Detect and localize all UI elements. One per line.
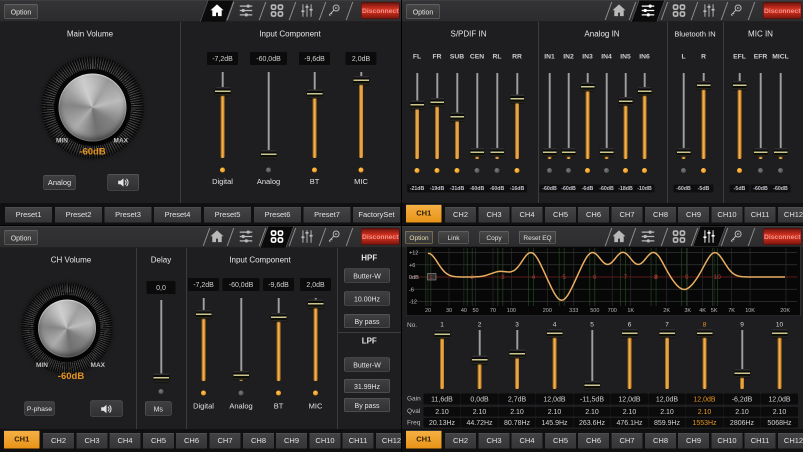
svg-text:1: 1 bbox=[429, 274, 433, 281]
svg-text:0dB: 0dB bbox=[409, 275, 419, 281]
svg-text:7K: 7K bbox=[728, 308, 735, 314]
svg-text:-12: -12 bbox=[409, 300, 417, 306]
svg-text:700: 700 bbox=[608, 308, 617, 314]
svg-text:8: 8 bbox=[654, 274, 658, 281]
svg-text:10: 10 bbox=[714, 274, 721, 281]
svg-text:5: 5 bbox=[562, 274, 566, 281]
svg-text:30: 30 bbox=[446, 308, 452, 314]
svg-text:9: 9 bbox=[685, 274, 689, 281]
svg-text:1K: 1K bbox=[627, 308, 634, 314]
svg-text:10K: 10K bbox=[745, 308, 755, 314]
svg-text:20K: 20K bbox=[780, 308, 790, 314]
svg-text:200: 200 bbox=[543, 308, 552, 314]
svg-text:6: 6 bbox=[593, 274, 597, 281]
svg-text:3: 3 bbox=[501, 274, 505, 281]
svg-text:3K: 3K bbox=[684, 308, 691, 314]
svg-text:50: 50 bbox=[472, 308, 478, 314]
svg-text:500: 500 bbox=[590, 308, 599, 314]
svg-text:70: 70 bbox=[490, 308, 496, 314]
svg-text:+6: +6 bbox=[409, 263, 415, 269]
svg-text:333: 333 bbox=[569, 308, 578, 314]
svg-text:7: 7 bbox=[624, 274, 628, 281]
svg-text:40: 40 bbox=[461, 308, 467, 314]
svg-text:+12: +12 bbox=[409, 251, 418, 257]
svg-text:4K: 4K bbox=[699, 308, 706, 314]
svg-text:100: 100 bbox=[507, 308, 516, 314]
svg-text:4: 4 bbox=[532, 274, 536, 281]
svg-text:2K: 2K bbox=[663, 308, 670, 314]
svg-text:5K: 5K bbox=[711, 308, 718, 314]
svg-text:20: 20 bbox=[425, 308, 431, 314]
svg-text:-6: -6 bbox=[409, 287, 414, 293]
